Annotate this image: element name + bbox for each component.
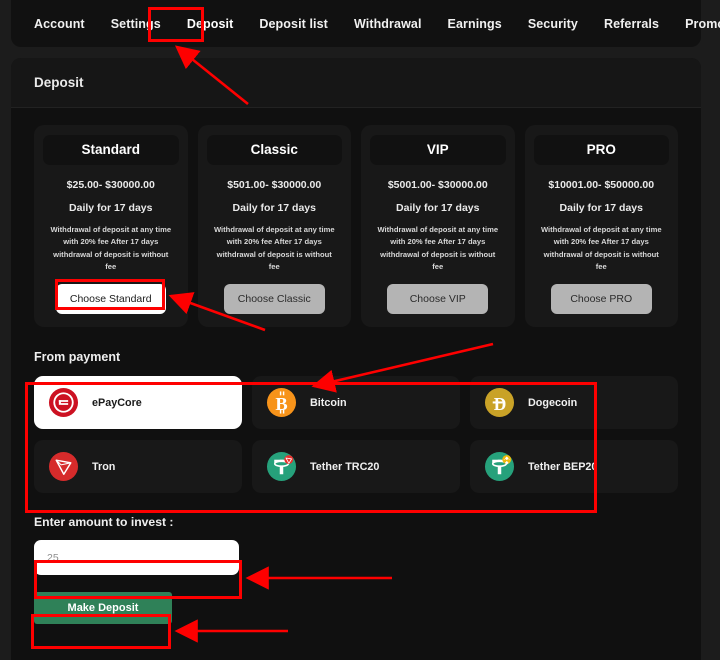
payment-method-label: Tether TRC20	[310, 460, 380, 473]
payment-method-epaycore[interactable]: ePayCore	[34, 376, 242, 430]
plan-description: Withdrawal of deposit at any time with 2…	[377, 225, 499, 271]
deposit-panel: Deposit Standard $25.00- $30000.00 Daily…	[11, 58, 701, 660]
plan-range: $5001.00- $30000.00	[387, 179, 488, 191]
panel-header: Deposit	[11, 58, 701, 108]
page-title: Deposit	[34, 75, 84, 90]
plan-range: $10001.00- $50000.00	[548, 179, 655, 191]
choose-classic-button[interactable]: Choose Classic	[223, 284, 325, 315]
plan-daily: Daily for 17 days	[232, 202, 316, 214]
plan-name: Classic	[206, 135, 342, 165]
payment-method-tether-bep20[interactable]: Tether BEP20	[470, 440, 678, 494]
payment-method-label: Dogecoin	[528, 396, 578, 409]
payment-method-grid: ePayCore B Bitcoin D Dogecoin Tron Tethe…	[34, 376, 678, 494]
nav-item-earnings[interactable]: Earnings	[448, 11, 502, 37]
plan-description: Withdrawal of deposit at any time with 2…	[540, 225, 662, 271]
plan-daily: Daily for 17 days	[69, 202, 153, 214]
nav-item-settings[interactable]: Settings	[111, 11, 161, 37]
plan-card-pro[interactable]: PRO $10001.00- $50000.00 Daily for 17 da…	[524, 125, 678, 328]
choose-standard-button[interactable]: Choose Standard	[55, 284, 166, 315]
payment-method-label: Tron	[92, 460, 116, 473]
make-deposit-button[interactable]: Make Deposit	[34, 592, 172, 625]
nav-item-withdrawal[interactable]: Withdrawal	[354, 11, 422, 37]
svg-text:D: D	[494, 394, 507, 414]
plan-daily: Daily for 17 days	[396, 202, 480, 214]
epaycore-icon	[48, 387, 79, 418]
page-root: Account Settings Deposit Deposit list Wi…	[0, 0, 720, 660]
plan-range: $25.00- $30000.00	[66, 179, 155, 191]
plan-description: Withdrawal of deposit at any time with 2…	[213, 225, 335, 271]
payment-method-bitcoin[interactable]: B Bitcoin	[252, 376, 460, 430]
choose-pro-button[interactable]: Choose PRO	[550, 284, 652, 315]
dogecoin-icon: D	[484, 387, 515, 418]
payment-method-label: Tether BEP20	[528, 460, 598, 473]
panel-body: Standard $25.00- $30000.00 Daily for 17 …	[11, 125, 701, 625]
payment-method-dogecoin[interactable]: D Dogecoin	[470, 376, 678, 430]
nav-item-promo-materials[interactable]: Promo materials	[685, 11, 720, 37]
tether-bep20-icon	[484, 451, 515, 482]
bitcoin-icon: B	[266, 387, 297, 418]
plan-name: VIP	[370, 135, 506, 165]
payment-method-label: Bitcoin	[310, 396, 347, 409]
plan-name: Standard	[43, 135, 179, 165]
plan-daily: Daily for 17 days	[559, 202, 643, 214]
plan-name: PRO	[533, 135, 669, 165]
from-payment-label: From payment	[34, 350, 121, 365]
plan-description: Withdrawal of deposit at any time with 2…	[50, 225, 172, 271]
nav-item-security[interactable]: Security	[528, 11, 578, 37]
choose-vip-button[interactable]: Choose VIP	[387, 284, 489, 315]
payment-method-tether-trc20[interactable]: Tether TRC20	[252, 440, 460, 494]
nav-item-deposit-list[interactable]: Deposit list	[259, 11, 328, 37]
main-navigation: Account Settings Deposit Deposit list Wi…	[11, 0, 720, 47]
nav-item-deposit[interactable]: Deposit	[187, 11, 234, 37]
plan-range: $501.00- $30000.00	[227, 179, 322, 191]
plan-card-standard[interactable]: Standard $25.00- $30000.00 Daily for 17 …	[34, 125, 188, 328]
amount-input[interactable]	[34, 540, 239, 576]
amount-label: Enter amount to invest :	[34, 515, 174, 530]
plan-list: Standard $25.00- $30000.00 Daily for 17 …	[34, 125, 678, 328]
payment-method-label: ePayCore	[92, 396, 142, 409]
plan-card-classic[interactable]: Classic $501.00- $30000.00 Daily for 17 …	[197, 125, 351, 328]
payment-method-tron[interactable]: Tron	[34, 440, 242, 494]
svg-text:B: B	[275, 394, 287, 414]
nav-item-account[interactable]: Account	[34, 11, 85, 37]
nav-item-referrals[interactable]: Referrals	[604, 11, 659, 37]
tether-trc20-icon	[266, 451, 297, 482]
tron-icon	[48, 451, 79, 482]
plan-card-vip[interactable]: VIP $5001.00- $30000.00 Daily for 17 day…	[361, 125, 515, 328]
